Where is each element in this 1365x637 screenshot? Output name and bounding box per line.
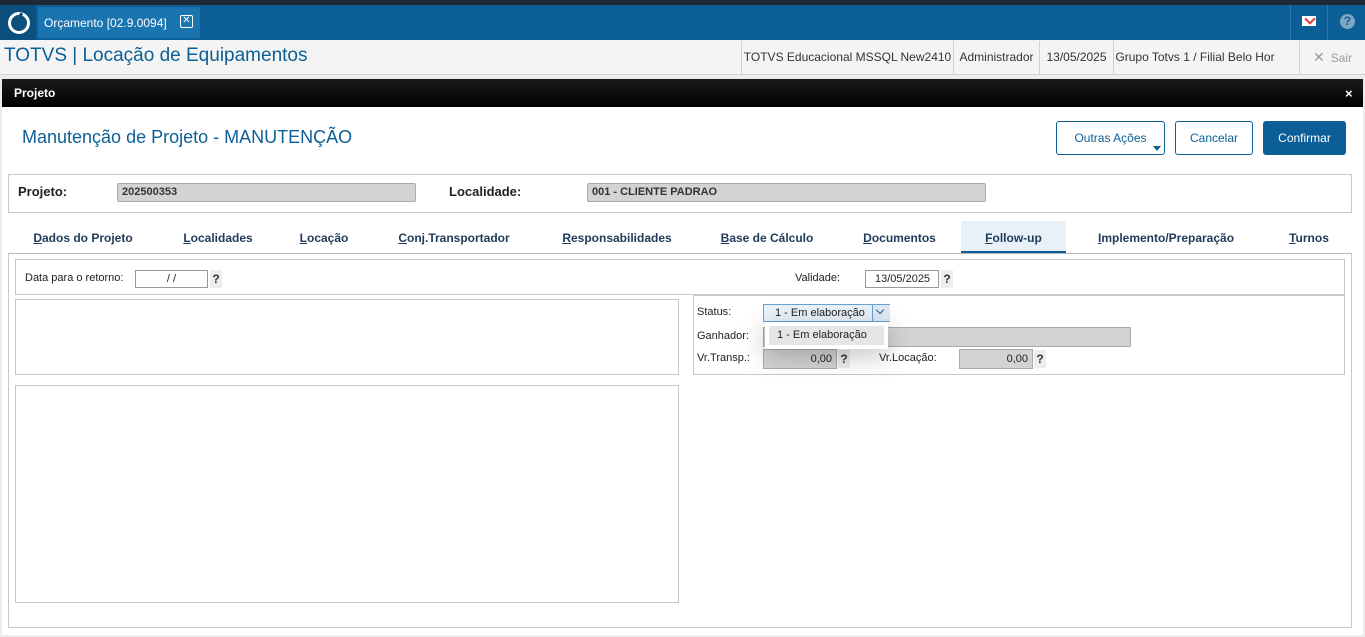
winner-label: Ganhador: [697, 330, 749, 342]
project-field[interactable]: 202500353 [117, 183, 416, 202]
chevron-down-icon [875, 305, 885, 315]
branch-info[interactable]: Grupo Totvs 1 / Filial Belo Hor [1113, 41, 1276, 74]
rental-value-field[interactable]: 0,00 [959, 349, 1033, 369]
app-title: TOTVS | Locação de Equipamentos [4, 45, 308, 66]
return-date-label: Data para o retorno: [25, 272, 124, 284]
rental-value-label: Vr.Locação: [879, 352, 937, 364]
help-icon: ? [1340, 14, 1355, 29]
return-date-help-button[interactable]: ? [210, 270, 222, 288]
tab-dados-do-projeto[interactable]: Dados do Projeto [22, 221, 144, 253]
tab-locacao[interactable]: Locação [292, 221, 356, 253]
status-dropdown-button[interactable] [872, 305, 890, 321]
top-bar [0, 0, 1365, 40]
rental-value-help-button[interactable]: ? [1034, 350, 1046, 368]
help-button[interactable]: ? [1327, 5, 1365, 40]
totvs-logo-icon[interactable] [0, 5, 36, 40]
mail-icon [1302, 16, 1316, 26]
tab-close-icon[interactable]: ✕ [180, 15, 193, 28]
logout-label: Sair [1330, 51, 1353, 65]
transport-value-help-button[interactable]: ? [838, 350, 850, 368]
tab-localidades[interactable]: Localidades [174, 221, 262, 253]
tab-implemento-preparacao[interactable]: Implemento/Preparação [1082, 221, 1250, 253]
locality-field[interactable]: 001 - CLIENTE PADRAO [587, 183, 986, 202]
transport-value-label: Vr.Transp.: [697, 352, 750, 364]
status-label: Status: [697, 306, 732, 318]
tab-base-de-calculo[interactable]: Base de Cálculo [712, 221, 822, 253]
status-option[interactable]: 1 - Em elaboração [769, 326, 884, 345]
locality-label: Localidade: [449, 184, 522, 199]
logout-button[interactable]: ✕ Sair [1299, 41, 1365, 74]
dialog-title: Projeto [14, 86, 56, 100]
messages-button[interactable] [1290, 5, 1327, 40]
tab-responsabilidades[interactable]: Responsabilidades [552, 221, 682, 253]
status-select-value: 1 - Em elaboração [775, 307, 865, 319]
tab-turnos[interactable]: Turnos [1280, 221, 1338, 253]
dialog-close-icon[interactable]: × [1345, 86, 1353, 101]
project-label: Projeto: [18, 184, 68, 199]
transport-value-field[interactable]: 0,00 [763, 349, 837, 369]
cancel-button[interactable]: Cancelar [1175, 121, 1253, 155]
date-info[interactable]: 13/05/2025 [1039, 41, 1113, 74]
other-actions-label: Outras Ações [1074, 131, 1147, 145]
validity-input[interactable]: 13/05/2025 [865, 270, 939, 288]
tab-documentos[interactable]: Documentos [853, 221, 946, 253]
notes-panel-bottom[interactable] [15, 385, 679, 603]
environment-info[interactable]: TOTVS Educacional MSSQL New2410 [741, 41, 953, 74]
caret-down-icon [1153, 146, 1161, 151]
form-title: Manutenção de Projeto - MANUTENÇÃO [22, 127, 353, 147]
user-info[interactable]: Administrador [953, 41, 1039, 74]
tab-conj-transportador[interactable]: Conj.Transportador [387, 221, 521, 253]
return-date-input[interactable]: / / [135, 270, 208, 288]
tab-label: Orçamento [02.9.0094] [44, 16, 167, 30]
close-icon: ✕ [1313, 49, 1325, 65]
confirm-button[interactable]: Confirmar [1263, 121, 1346, 155]
tab-follow-up[interactable]: Follow-up [961, 221, 1066, 253]
validity-label: Validade: [795, 272, 841, 284]
other-actions-button[interactable]: Outras Ações [1056, 121, 1165, 155]
dialog-titlebar [2, 79, 1363, 107]
validity-help-button[interactable]: ? [941, 270, 953, 288]
notes-panel-top[interactable] [15, 299, 679, 375]
